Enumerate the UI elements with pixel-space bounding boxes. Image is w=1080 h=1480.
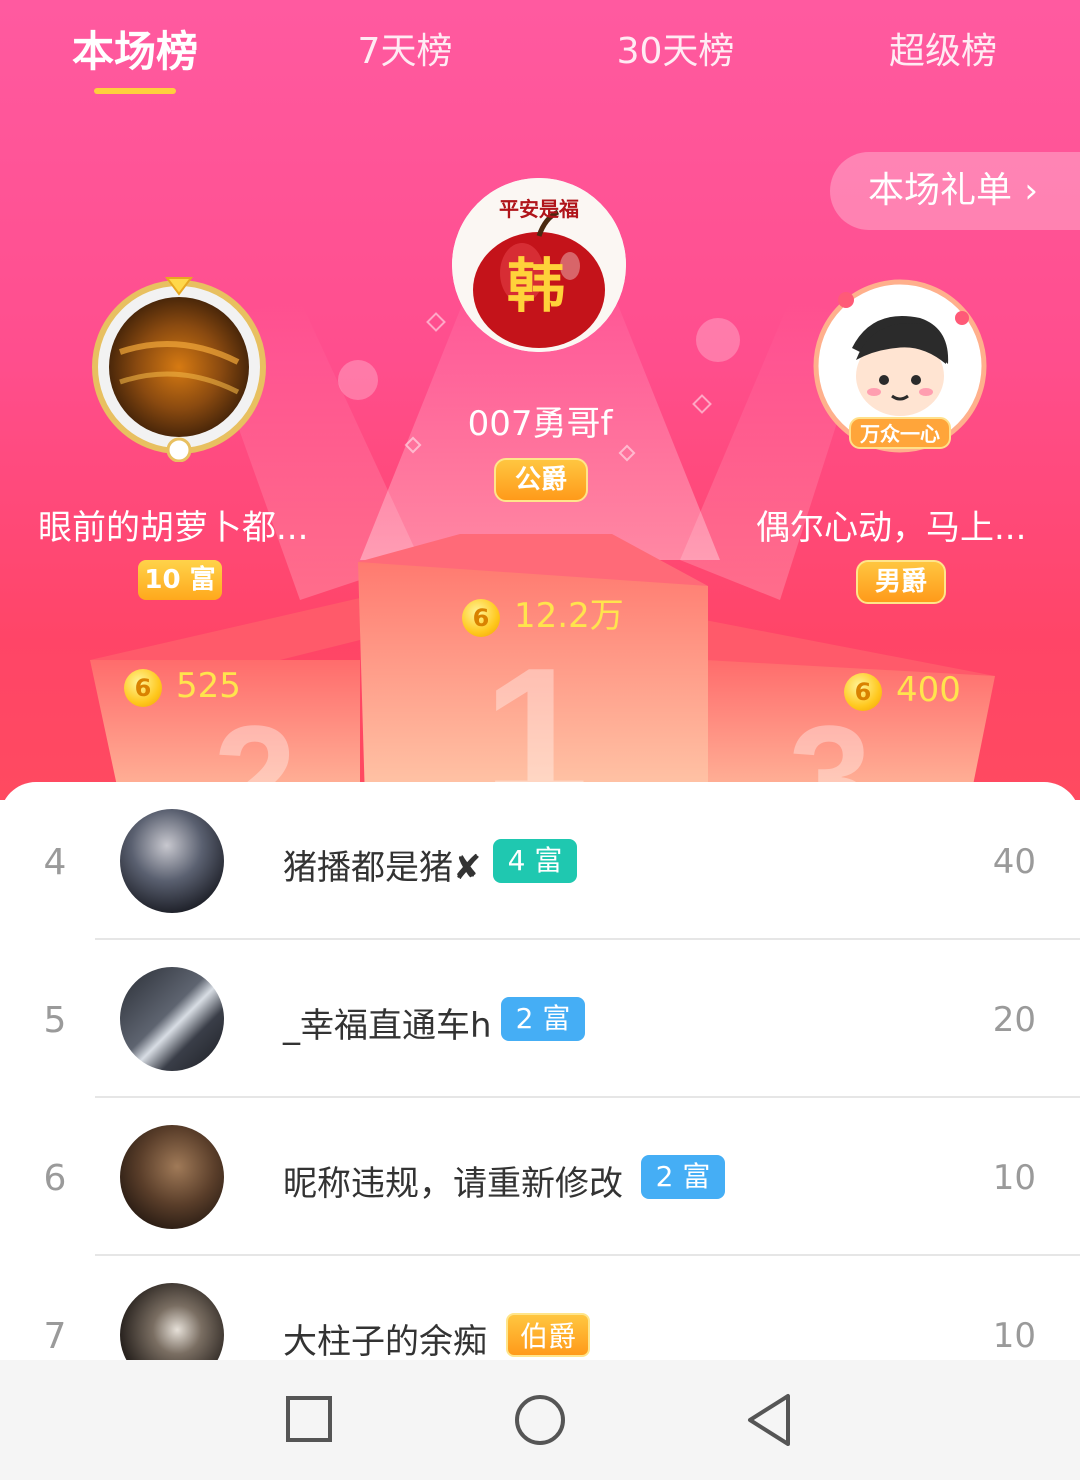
score: 40 — [992, 842, 1036, 882]
apple-avatar-image: 平安是福 韩 — [452, 178, 626, 352]
wealth-badge: 2 富 — [501, 997, 585, 1041]
third-place-avatar[interactable]: 万众一心 — [812, 278, 988, 454]
score: 20 — [992, 1000, 1036, 1040]
active-tab-indicator — [94, 88, 176, 94]
second-place-name: 眼前的胡萝卜都... — [38, 508, 309, 548]
wealth-badge: 4 富 — [493, 839, 577, 883]
third-place-score-value: 400 — [896, 670, 961, 710]
second-place-score-value: 525 — [176, 666, 241, 706]
list-item[interactable]: 5 _幸福直通车h 2 富 20 — [0, 940, 1080, 1098]
user-name: _幸福直通车h — [283, 1006, 492, 1046]
gift-list-button[interactable]: 本场礼单 › — [830, 152, 1080, 230]
user-name: 昵称违规，请重新修改 — [283, 1164, 623, 1204]
second-place-avatar-frame[interactable] — [90, 272, 268, 463]
rank-number: 4 — [43, 842, 67, 883]
home-icon — [515, 1395, 565, 1445]
avatar[interactable] — [120, 1125, 224, 1229]
avatar-banner-text: 万众一心 — [859, 422, 940, 446]
score: 10 — [992, 1158, 1036, 1198]
user-name: 猪播都是猪✘ — [283, 848, 482, 888]
avatar[interactable] — [120, 967, 224, 1071]
back-icon — [748, 1394, 790, 1446]
third-place-name: 偶尔心动，马上... — [756, 508, 1027, 548]
recent-apps-button[interactable] — [280, 1390, 340, 1450]
third-place-rank-badge: 男爵 — [856, 560, 946, 604]
tab-super[interactable]: 超级榜 — [868, 22, 1018, 82]
tab-7-days[interactable]: 7天榜 — [330, 22, 480, 82]
second-place-wealth-badge: 10 富 — [138, 560, 222, 600]
tab-30-days[interactable]: 30天榜 — [598, 22, 753, 82]
first-place-name: 007勇哥f — [467, 404, 613, 444]
avatar-top-text: 平安是福 — [499, 197, 579, 221]
user-name: 大柱子的余痴 — [283, 1322, 487, 1360]
list-item[interactable]: 6 昵称违规，请重新修改 2 富 10 — [0, 1098, 1080, 1256]
tab-this-session[interactable]: 本场榜 — [60, 18, 210, 78]
rank-number: 5 — [43, 1000, 67, 1041]
rank-badge: 伯爵 — [506, 1313, 590, 1357]
list-item[interactable]: 4 猪播都是猪✘ 4 富 40 — [0, 782, 1080, 940]
avatar[interactable] — [120, 809, 224, 913]
gift-list-label: 本场礼单 — [868, 170, 1013, 211]
rank-number: 6 — [43, 1158, 67, 1199]
chevron-right-icon: › — [1024, 171, 1038, 211]
avatar-center-text: 韩 — [507, 252, 565, 320]
list-item[interactable]: 7 大柱子的余痴 伯爵 10 — [0, 1256, 1080, 1360]
ranking-list: 4 猪播都是猪✘ 4 富 40 5 _幸福直通车h 2 富 20 6 昵称违规，… — [0, 782, 1080, 1360]
first-place-score: 6 12.2万 — [462, 594, 624, 638]
first-place-rank-badge: 公爵 — [494, 458, 588, 502]
third-place-score: 6 400 — [844, 668, 961, 712]
ranking-tabs: 本场榜 7天榜 30天榜 超级榜 — [0, 0, 1080, 110]
wealth-badge: 2 富 — [641, 1155, 725, 1199]
score: 10 — [992, 1316, 1036, 1356]
first-place-avatar[interactable]: 平安是福 韩 — [452, 178, 626, 352]
back-button[interactable] — [740, 1390, 800, 1450]
coin-icon: 6 — [844, 672, 882, 711]
rank-number: 7 — [43, 1316, 67, 1357]
first-place-score-value: 12.2万 — [514, 596, 624, 636]
recent-apps-icon — [286, 1396, 332, 1442]
cartoon-boy-avatar: 万众一心 — [813, 279, 987, 453]
svg-text:1: 1 — [483, 629, 589, 800]
avatar[interactable] — [120, 1283, 224, 1360]
coin-icon: 6 — [124, 668, 162, 707]
gold-frame-avatar — [92, 277, 266, 463]
leaderboard-hero: 1 2 3 本场榜 7天榜 30天榜 超级榜 本场礼单 › 平安是福 韩 007… — [0, 0, 1080, 800]
system-navigation-bar — [0, 1360, 1080, 1480]
coin-icon: 6 — [462, 598, 500, 637]
second-place-score: 6 525 — [124, 664, 241, 708]
home-button[interactable] — [510, 1390, 570, 1450]
